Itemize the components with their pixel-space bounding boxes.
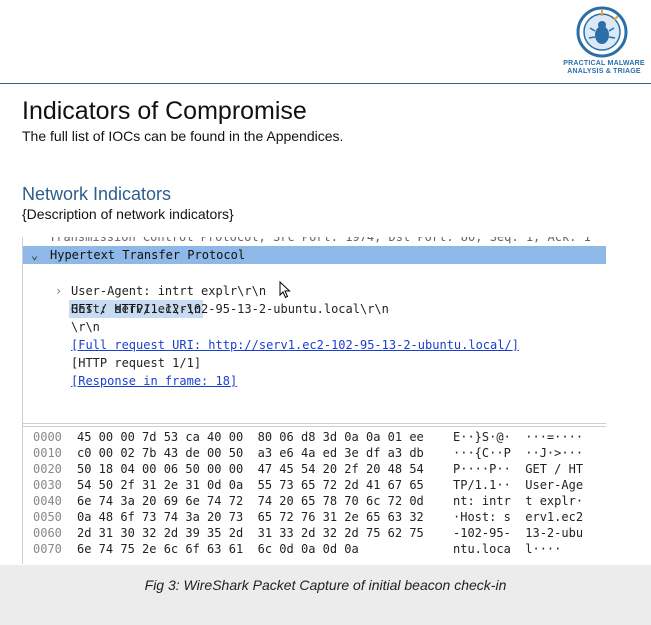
chevron-right-icon[interactable]: › bbox=[55, 282, 62, 300]
http-tree-row[interactable]: ⌄ Hypertext Transfer Protocol bbox=[23, 246, 606, 264]
tcp-row-cut: Transmission Control Protocol, Src Port:… bbox=[49, 237, 591, 244]
hex-offset: 0030 bbox=[33, 478, 62, 492]
hex-ascii: nt: intr t explr· bbox=[453, 494, 584, 508]
hex-bytes: 2d 31 30 32 2d 39 35 2d 31 33 2d 32 2d 7… bbox=[77, 526, 424, 540]
page-header bbox=[0, 0, 651, 84]
hex-bytes: 6e 74 75 2e 6c 6f 63 61 6c 0d 0a 0d 0a bbox=[77, 542, 359, 556]
wireshark-capture: Transmission Control Protocol, Src Port:… bbox=[22, 237, 606, 564]
hex-bytes: 0a 48 6f 73 74 3a 20 73 65 72 76 31 2e 6… bbox=[77, 510, 424, 524]
crlf-row[interactable]: \r\n bbox=[71, 318, 100, 336]
get-request-row[interactable]: › GET / HTTP/1.1\r\n bbox=[23, 264, 606, 318]
logo: PRACTICAL MALWARE ANALYSIS & TRIAGE bbox=[562, 6, 646, 78]
hex-offset: 0000 bbox=[33, 430, 62, 444]
figure-caption: Fig 3: WireShark Packet Capture of initi… bbox=[144, 577, 507, 593]
section-heading: Network Indicators bbox=[22, 184, 172, 204]
hex-ascii: E··}S·@· ···=···· bbox=[453, 430, 584, 444]
logo-text: PRACTICAL MALWARE ANALYSIS & TRIAGE bbox=[562, 60, 646, 76]
header-divider bbox=[0, 83, 651, 84]
caption-strip bbox=[0, 565, 651, 625]
response-frame-link[interactable]: [Response in frame: 18] bbox=[71, 372, 237, 390]
user-agent-row[interactable]: User-Agent: intrt explr\r\n bbox=[71, 282, 266, 300]
hex-bytes: 45 00 00 7d 53 ca 40 00 80 06 d8 3d 0a 0… bbox=[77, 430, 424, 444]
host-row[interactable]: Host: serv1.ec2-102-95-13-2-ubuntu.local… bbox=[71, 300, 389, 318]
packet-details-pane: Transmission Control Protocol, Src Port:… bbox=[23, 237, 606, 423]
http-tree-label: Hypertext Transfer Protocol bbox=[50, 248, 246, 262]
hex-ascii: P····P·· GET / HT bbox=[453, 462, 584, 476]
hex-ascii: ntu.loca l···· bbox=[453, 542, 562, 556]
hex-ascii: -102-95- 13-2-ubu bbox=[453, 526, 584, 540]
mouse-pointer-icon bbox=[279, 281, 291, 299]
hex-offset: 0010 bbox=[33, 446, 62, 460]
chevron-down-icon[interactable]: ⌄ bbox=[31, 246, 38, 264]
hex-ascii: TP/1.1·· User-Age bbox=[453, 478, 584, 492]
full-uri-link[interactable]: [Full request URI: http://serv1.ec2-102-… bbox=[71, 336, 519, 354]
hex-bytes: c0 00 02 7b 43 de 00 50 a3 e6 4a ed 3e d… bbox=[77, 446, 424, 460]
section-description: {Description of network indicators} bbox=[22, 206, 234, 222]
pane-divider[interactable] bbox=[23, 423, 606, 424]
intro-text: The full list of IOCs can be found in th… bbox=[22, 128, 344, 144]
logo-line-1: PRACTICAL MALWARE bbox=[563, 60, 645, 67]
hex-bytes: 6e 74 3a 20 69 6e 74 72 74 20 65 78 70 6… bbox=[77, 494, 424, 508]
hex-offset: 0020 bbox=[33, 462, 62, 476]
hex-ascii: ···{C··P ··J·>··· bbox=[453, 446, 584, 460]
bug-badge-icon bbox=[576, 6, 628, 58]
hex-ascii: ·Host: s erv1.ec2 bbox=[453, 510, 584, 524]
hex-bytes: 54 50 2f 31 2e 31 0d 0a 55 73 65 72 2d 4… bbox=[77, 478, 424, 492]
logo-line-2: ANALYSIS & TRIAGE bbox=[567, 68, 641, 75]
hex-bytes: 50 18 04 00 06 50 00 00 47 45 54 20 2f 2… bbox=[77, 462, 424, 476]
hex-offset: 0040 bbox=[33, 494, 62, 508]
page-title: Indicators of Compromise bbox=[22, 97, 307, 125]
pane-divider-2 bbox=[23, 426, 606, 427]
hex-offset: 0050 bbox=[33, 510, 62, 524]
hex-offset: 0060 bbox=[33, 526, 62, 540]
request-count-row[interactable]: [HTTP request 1/1] bbox=[71, 354, 201, 372]
hex-offset: 0070 bbox=[33, 542, 62, 556]
